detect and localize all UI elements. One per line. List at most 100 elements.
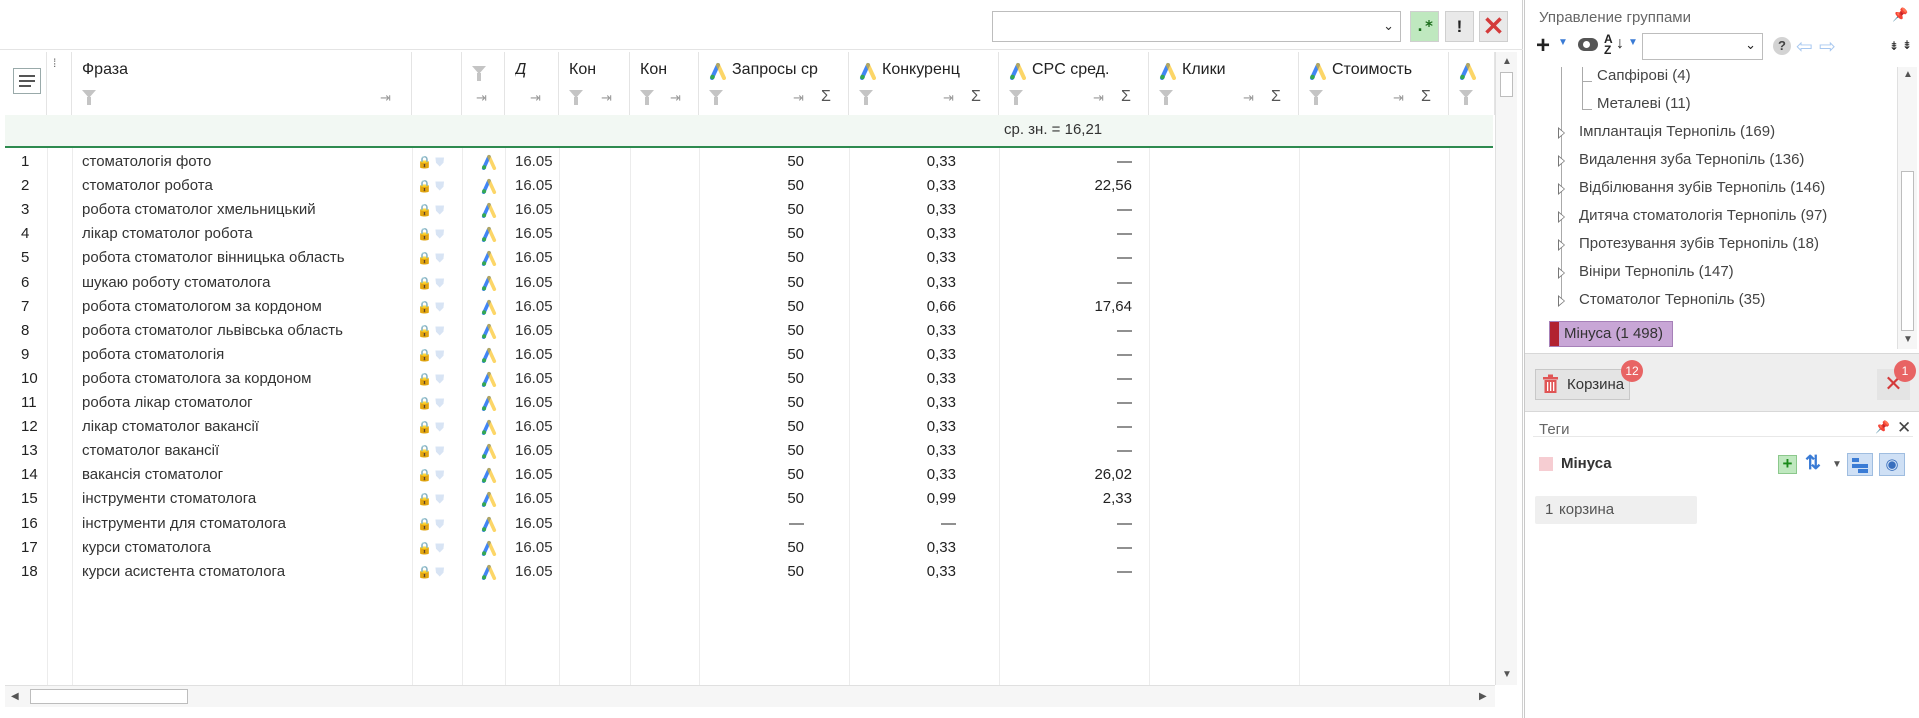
header-konkur[interactable]: Конкуренц ⇥ Σ <box>849 52 999 115</box>
pin-icon[interactable]: ⇥ <box>1093 90 1104 106</box>
sort-icon[interactable]: ⇅ <box>1805 452 1821 475</box>
table-row[interactable]: 4 лікар стоматолог робота 🔒 ⛊ 16.05 50 0,33— <box>5 222 1493 246</box>
lock-icon[interactable]: 🔒 ⛊ <box>417 343 457 367</box>
shield-icon[interactable]: ⛊ <box>435 324 444 338</box>
tree-item[interactable]: Вініри Тернопіль (147) <box>1579 263 1734 280</box>
lock-icon[interactable]: 🔒 <box>417 420 432 434</box>
phrase-cell[interactable]: курси стоматолога <box>82 536 412 560</box>
column-chooser-icon[interactable] <box>13 68 41 94</box>
lock-icon[interactable]: 🔒 ⛊ <box>417 319 457 343</box>
sum-icon[interactable]: Σ <box>1421 88 1431 106</box>
chevron-down-icon[interactable]: ▼ <box>1628 37 1638 48</box>
pin-icon[interactable]: ⇥ <box>1243 90 1254 106</box>
phrase-cell[interactable]: інструменти для стоматолога <box>82 512 412 536</box>
lock-icon[interactable]: 🔒 ⛊ <box>417 439 457 463</box>
phrase-cell[interactable]: робота стоматолог львівська область <box>82 319 412 343</box>
table-row[interactable]: 11 робота лікар стоматолог 🔒 ⛊ 16.05 50 0,33— <box>5 391 1493 415</box>
header-cpc[interactable]: CPC сред. ⇥ Σ <box>999 52 1149 115</box>
chevron-down-icon[interactable]: ⌄ <box>1383 18 1394 34</box>
add-tag-icon[interactable]: + <box>1778 455 1797 474</box>
shield-icon[interactable]: ⛊ <box>435 420 444 434</box>
expand-icon[interactable] <box>1558 183 1565 195</box>
lock-icon[interactable]: 🔒 ⛊ <box>417 174 457 198</box>
sum-icon[interactable]: Σ <box>821 88 831 106</box>
overflow-icon[interactable]: ⇟ <box>1889 39 1899 53</box>
shield-icon[interactable]: ⛊ <box>435 541 444 555</box>
scroll-up-icon[interactable]: ▲ <box>1903 69 1913 80</box>
pin-icon[interactable]: ⇥ <box>793 90 804 106</box>
sort-arrow-icon[interactable]: ↓ <box>1616 35 1624 53</box>
table-row[interactable]: 6 шукаю роботу стоматолога 🔒 ⛊ 16.05 50 0,33— <box>5 271 1493 295</box>
header-zapros[interactable]: Запросы ср ⇥ Σ <box>699 52 849 115</box>
lock-icon[interactable]: 🔒 ⛊ <box>417 150 457 174</box>
filter-icon[interactable] <box>569 90 585 105</box>
lock-icon[interactable]: 🔒 <box>417 396 432 410</box>
add-group-icon[interactable]: + <box>1536 33 1550 59</box>
table-row[interactable]: 16 інструменти для стоматолога 🔒 ⛊ 16.05— — — <box>5 512 1493 536</box>
filter-icon[interactable] <box>1309 90 1325 105</box>
pin-icon[interactable]: 📌 <box>1875 420 1890 434</box>
lock-icon[interactable]: 🔒 <box>417 565 432 579</box>
phrase-cell[interactable]: шукаю роботу стоматолога <box>82 271 412 295</box>
lock-icon[interactable]: 🔒 ⛊ <box>417 246 457 270</box>
lock-icon[interactable]: 🔒 ⛊ <box>417 415 457 439</box>
table-row[interactable]: 7 робота стоматологом за кордоном 🔒 ⛊ 16.05… <box>5 295 1493 319</box>
lock-icon[interactable]: 🔒 ⛊ <box>417 198 457 222</box>
shield-icon[interactable]: ⛊ <box>435 565 444 579</box>
table-row[interactable]: 18 курси асистента стоматолога 🔒 ⛊ 16.05 50 0… <box>5 560 1493 584</box>
tree-item[interactable]: Видалення зуба Тернопіль (136) <box>1579 151 1804 168</box>
phrase-cell[interactable]: інструменти стоматолога <box>82 487 412 511</box>
tag-view-icon[interactable] <box>1847 453 1873 476</box>
horizontal-scrollbar[interactable]: ◀ ▶ <box>5 685 1495 707</box>
lock-icon[interactable]: 🔒 <box>417 444 432 458</box>
regex-button[interactable]: .* <box>1410 11 1439 42</box>
shield-icon[interactable]: ⛊ <box>435 372 444 386</box>
shield-icon[interactable]: ⛊ <box>435 492 444 506</box>
expand-icon[interactable] <box>1558 295 1565 307</box>
shield-icon[interactable]: ⛊ <box>435 517 444 531</box>
table-row[interactable]: 8 робота стоматолог львівська область 🔒 ⛊ 1… <box>5 319 1493 343</box>
shield-icon[interactable]: ⛊ <box>435 179 444 193</box>
phrase-cell[interactable]: вакансія стоматолог <box>82 463 412 487</box>
sort-az-icon[interactable]: AZ <box>1604 33 1613 56</box>
tree-item-selected[interactable]: Мінуса (1 498) <box>1549 321 1673 347</box>
table-row[interactable]: 17 курси стоматолога 🔒 ⛊ 16.05 50 0,33— <box>5 536 1493 560</box>
header-phrase[interactable]: Фраза ⇥ <box>72 52 412 115</box>
lock-icon[interactable]: 🔒 <box>417 251 432 265</box>
forward-arrow-icon[interactable]: ⇨ <box>1819 34 1836 59</box>
exclude-button[interactable]: ! <box>1445 11 1474 42</box>
filter-icon[interactable] <box>640 90 656 105</box>
phrase-cell[interactable]: курси асистента стоматолога <box>82 560 412 584</box>
shield-icon[interactable]: ⛊ <box>435 227 444 241</box>
sum-icon[interactable]: Σ <box>971 88 981 106</box>
shield-icon[interactable]: ⛊ <box>435 444 444 458</box>
lock-icon[interactable]: 🔒 <box>417 155 432 169</box>
phrase-cell[interactable]: робота лікар стоматолог <box>82 391 412 415</box>
phrase-cell[interactable]: робота стоматологія <box>82 343 412 367</box>
help-icon[interactable]: ? <box>1773 37 1791 55</box>
tree-item[interactable]: Відбілювання зубів Тернопіль (146) <box>1579 179 1825 196</box>
lock-icon[interactable]: 🔒 <box>417 492 432 506</box>
phrase-cell[interactable]: лікар стоматолог робота <box>82 222 412 246</box>
close-icon[interactable]: ✕ <box>1897 418 1911 438</box>
phrase-cell[interactable]: лікар стоматолог вакансії <box>82 415 412 439</box>
pin-icon[interactable]: ⇥ <box>943 90 954 106</box>
phrase-cell[interactable]: робота стоматологом за кордоном <box>82 295 412 319</box>
group-filter-combobox[interactable]: ⌄ <box>1642 33 1763 60</box>
expand-icon[interactable] <box>1558 127 1565 139</box>
overflow-icon[interactable]: ⇟ <box>1902 38 1912 52</box>
lock-icon[interactable]: 🔒 <box>417 227 432 241</box>
shield-icon[interactable]: ⛊ <box>435 203 444 217</box>
lock-icon[interactable]: 🔒 <box>417 541 432 555</box>
phrase-cell[interactable]: стоматолог робота <box>82 174 412 198</box>
table-row[interactable]: 15 інструменти стоматолога 🔒 ⛊ 16.05 50 0,99 2… <box>5 487 1493 511</box>
filter-icon[interactable] <box>1009 90 1025 105</box>
header-kliki[interactable]: Клики ⇥ Σ <box>1149 52 1299 115</box>
shield-icon[interactable]: ⛊ <box>435 300 444 314</box>
expand-icon[interactable] <box>1558 267 1565 279</box>
pin-icon[interactable]: ⇥ <box>670 90 681 106</box>
pin-icon[interactable]: ⇥ <box>380 90 391 106</box>
pin-icon[interactable]: ⇥ <box>601 90 612 106</box>
lock-icon[interactable]: 🔒 ⛊ <box>417 271 457 295</box>
lock-icon[interactable]: 🔒 ⛊ <box>417 391 457 415</box>
